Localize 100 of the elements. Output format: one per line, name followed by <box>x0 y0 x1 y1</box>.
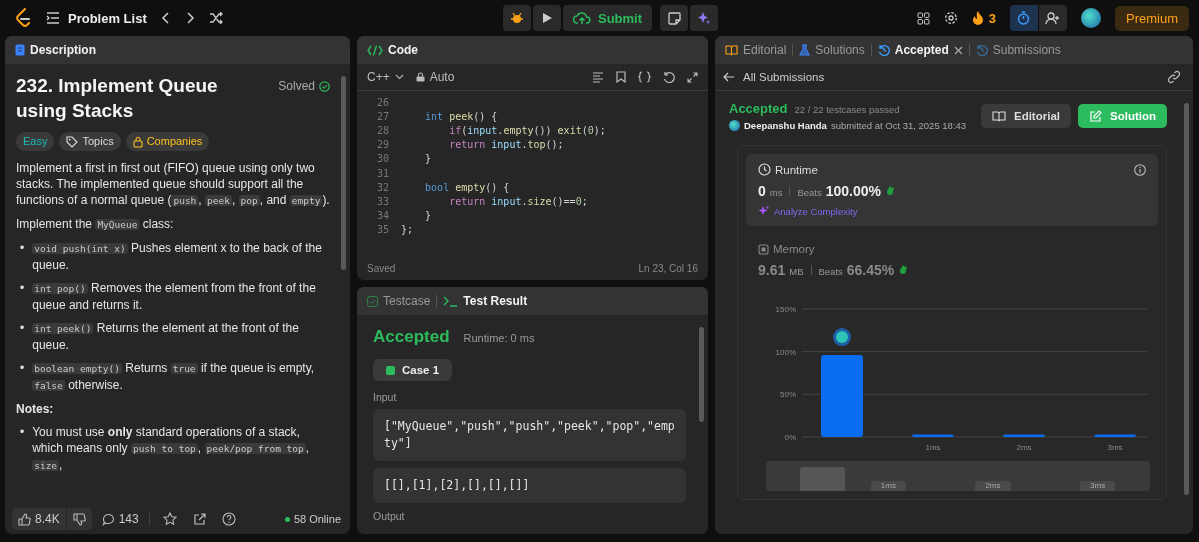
tag-icon <box>66 135 79 148</box>
language-select[interactable]: C++ <box>367 70 404 84</box>
reset-icon[interactable] <box>663 71 675 83</box>
stat-unit: MB <box>789 266 804 277</box>
code-line[interactable]: return input.size()==0; <box>401 195 588 207</box>
stat-label: Runtime <box>775 163 818 176</box>
code-tab[interactable]: Code <box>367 43 418 57</box>
bookmark-icon[interactable] <box>616 71 626 83</box>
axis-label: 150% <box>775 305 796 314</box>
chart-overview[interactable]: 1ms 2ms 3ms <box>766 461 1150 491</box>
next-icon[interactable] <box>184 12 195 24</box>
run-button[interactable] <box>533 5 561 31</box>
shuffle-icon[interactable] <box>208 12 223 24</box>
beats-percent: 66.45% <box>846 262 895 278</box>
logo-icon[interactable] <box>14 8 32 28</box>
sparkle-icon <box>758 205 770 217</box>
description-tab[interactable]: Description <box>15 43 96 57</box>
runtime-text: Runtime: 0 ms <box>463 332 535 344</box>
result-tab[interactable]: Testcase <box>367 294 431 308</box>
axis-label: 100% <box>775 347 796 357</box>
line-number: 34 <box>375 210 389 222</box>
settings-icon[interactable] <box>943 11 958 25</box>
back-link[interactable]: All Submissions <box>723 71 825 83</box>
braces-icon[interactable] <box>638 71 651 83</box>
case-tab[interactable]: Case 1 <box>373 359 453 381</box>
code-line[interactable]: bool empty() { <box>401 181 510 193</box>
cloud-upload-icon <box>573 11 591 25</box>
timer-button[interactable] <box>1010 5 1038 31</box>
line-number: 32 <box>375 181 389 193</box>
code-line[interactable]: }; <box>401 224 414 236</box>
expand-icon[interactable] <box>687 71 698 83</box>
user-avatar[interactable] <box>1081 8 1101 28</box>
note-button[interactable] <box>660 5 689 31</box>
runtime-stat[interactable]: Runtime 0 ms Beats 100.00% Analyze Complexity <box>746 154 1158 226</box>
bullet-mark: • <box>20 360 25 377</box>
panel-tab[interactable]: Submissions <box>975 43 1061 57</box>
user-avatar[interactable] <box>729 120 740 131</box>
topics-tag[interactable]: Topics <box>59 132 121 151</box>
bullet-mark: • <box>20 240 25 257</box>
lock-icon <box>132 135 143 148</box>
result-tab[interactable]: Test Result <box>443 294 528 308</box>
panel-tab[interactable]: Solutions <box>799 43 865 57</box>
streak-counter[interactable]: 3 <box>971 10 996 26</box>
description-paragraph: Implement the MyQueue class: <box>16 216 175 233</box>
verdict-text: Accepted <box>729 101 788 116</box>
previous-icon[interactable] <box>160 12 171 24</box>
code-line[interactable]: return input.top(); <box>401 139 564 151</box>
edit-icon <box>1089 109 1102 123</box>
code-line[interactable]: } <box>401 210 432 222</box>
help-icon[interactable] <box>221 512 236 526</box>
memory-stat[interactable]: Memory 9.61 MB Beats 66.45% <box>746 234 1158 287</box>
bullet-mark: • <box>20 280 25 297</box>
cursor-position: Ln 23, Col 16 <box>638 262 698 274</box>
add-friend-button[interactable] <box>1039 5 1067 31</box>
share-icon[interactable] <box>192 512 206 526</box>
flask-icon <box>799 44 811 56</box>
back-arrow-icon <box>723 72 735 82</box>
testcases-passed: 22 / 22 testcases passed <box>794 104 900 115</box>
problem-title: 232. Implement Queue using Stacks <box>16 74 219 123</box>
thumbs-down-icon <box>72 512 86 526</box>
submit-button[interactable]: Submit <box>563 5 653 31</box>
link-icon[interactable] <box>1167 70 1181 84</box>
stopwatch-icon <box>1017 11 1031 25</box>
code-line[interactable]: } <box>401 153 432 165</box>
user-name[interactable]: Deepanshu Handa <box>744 120 827 131</box>
history-icon <box>975 44 988 56</box>
close-icon[interactable] <box>953 45 963 55</box>
info-icon[interactable] <box>1134 163 1146 176</box>
method-description: void push(int x) Pushes element x to the back of the queue. <box>32 240 323 273</box>
editorial-button[interactable]: Editorial <box>981 104 1071 128</box>
like-button[interactable]: 8.4K <box>12 508 66 530</box>
book-icon <box>992 110 1006 122</box>
panel-tab[interactable]: Accepted <box>877 43 963 57</box>
line-number: 27 <box>375 110 389 122</box>
note-text: You must use only standard operations of a stack, which means only push to top , peek/pop from top , size , <box>32 424 311 474</box>
list-icon <box>46 12 60 24</box>
dislike-button[interactable] <box>66 508 92 530</box>
description-paragraph: Implement a first in first out (FIFO) queue using only two stacks. The implemented queue should support all the functions of a normal queue ( push , peek , pop , and empty ). <box>16 160 330 209</box>
format-icon[interactable] <box>592 71 604 83</box>
clock-icon <box>758 163 771 176</box>
comments-button[interactable]: 143 <box>101 512 139 526</box>
debug-button[interactable] <box>503 5 531 31</box>
code-line[interactable]: int peek() { <box>401 110 498 122</box>
beats-label: Beats <box>818 266 843 277</box>
submission-time: submitted at Oct 31, 2025 18:43 <box>830 120 967 131</box>
line-number: 33 <box>375 195 389 207</box>
layout-icon[interactable] <box>916 11 930 25</box>
axis-label: 1ms <box>925 443 941 452</box>
ai-button[interactable] <box>690 5 719 31</box>
axis-label: 3ms <box>1080 481 1116 491</box>
line-number: 29 <box>375 139 389 151</box>
save-status: Saved <box>367 262 396 274</box>
companies-tag[interactable]: Companies <box>125 132 210 151</box>
code-line[interactable]: if(input.empty()) exit(0); <box>401 124 606 136</box>
favorite-icon[interactable] <box>162 512 177 526</box>
panel-tab[interactable]: Editorial <box>725 43 787 57</box>
premium-button[interactable]: Premium <box>1115 5 1189 31</box>
problem-list-link[interactable]: Problem List <box>46 10 147 26</box>
stat-value: 0 <box>758 183 766 199</box>
auto-mode[interactable]: Auto <box>415 70 455 84</box>
